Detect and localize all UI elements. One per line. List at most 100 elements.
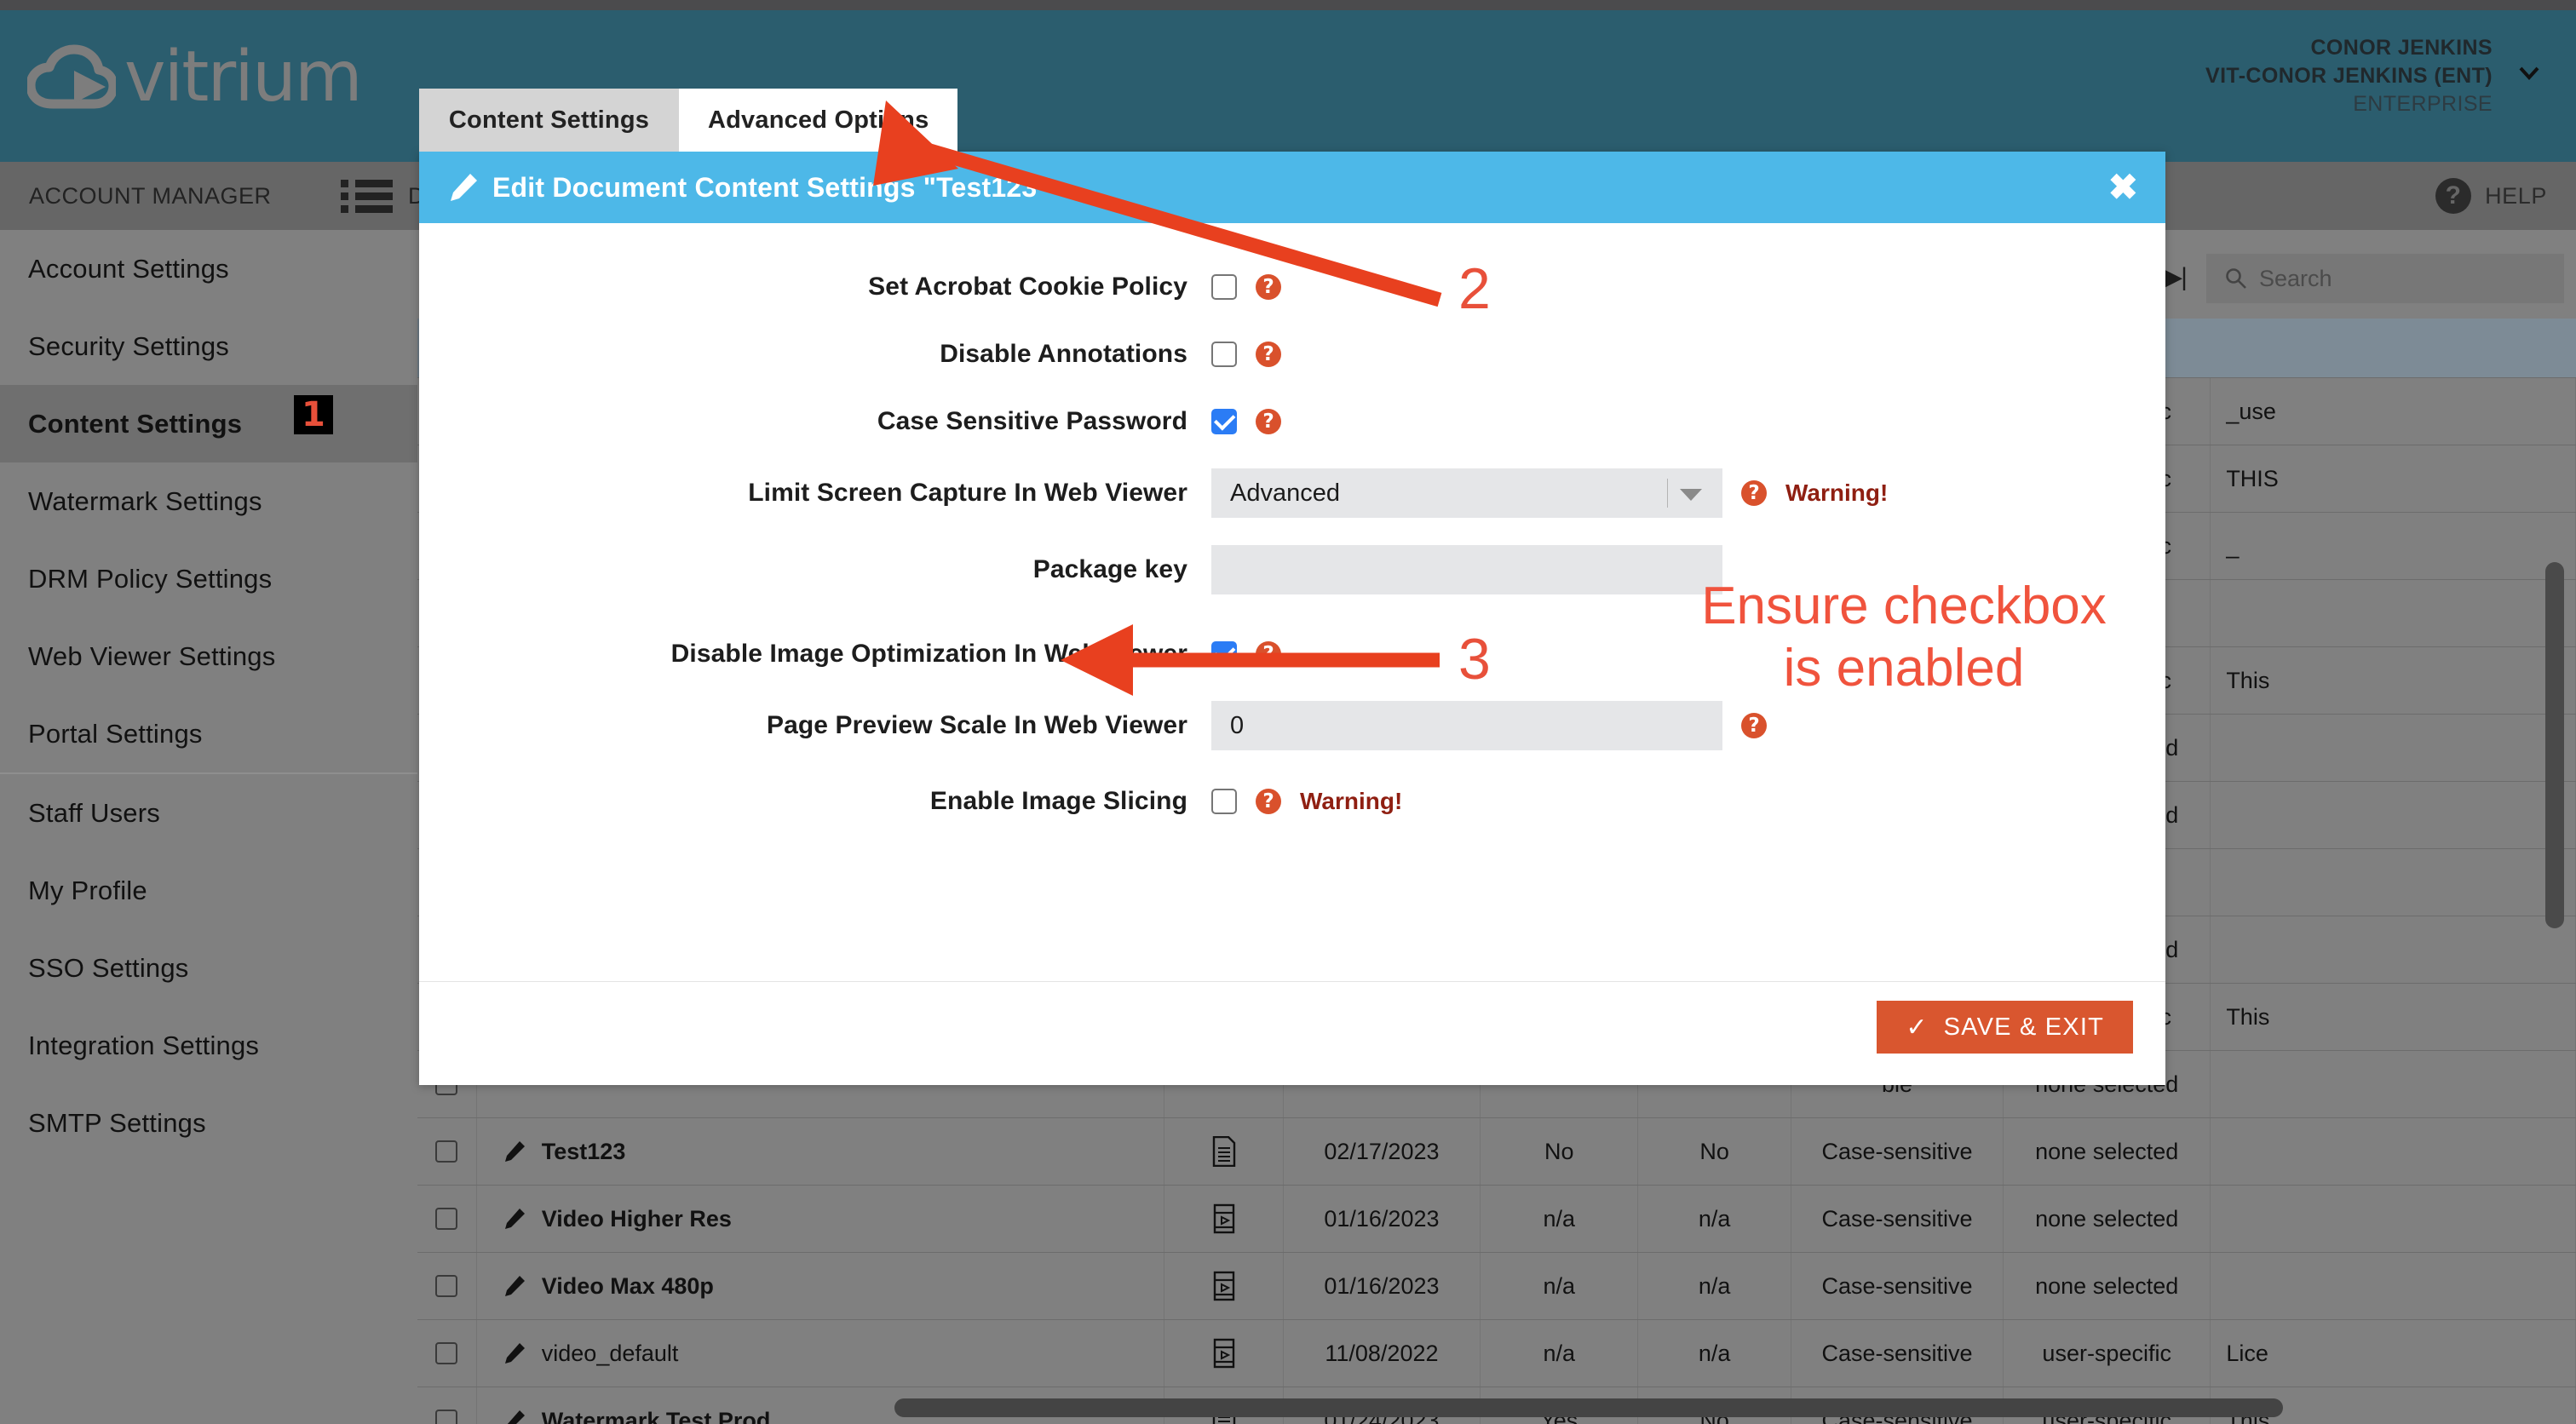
video-icon [1211,1338,1237,1369]
field-row-package-key: Package key [419,543,2165,597]
row-name-cell[interactable]: Video Higher Res [477,1186,1164,1252]
row-note [2211,1186,2576,1252]
edit-pencil-icon[interactable] [503,1341,526,1365]
row-date: 11/08/2022 [1284,1320,1481,1387]
row-type-icon [1164,1253,1284,1319]
save-and-exit-button[interactable]: ✓ SAVE & EXIT [1877,1001,2133,1054]
help-icon[interactable]: ? [1256,274,1281,300]
edit-pencil-icon[interactable] [503,1409,526,1424]
row-watermark: none selected [2004,1118,2211,1185]
field-label: Disable Image Optimization In Web Viewer [419,640,1211,669]
sidebar-item-web-viewer-settings[interactable]: Web Viewer Settings [0,617,417,695]
search-input[interactable]: Search [2206,254,2564,303]
limit-screen-capture-select[interactable]: Advanced [1211,468,1722,518]
sidebar-item-content-settings[interactable]: Content Settings 1 [0,385,417,462]
row-name-cell[interactable]: Video Max 480p [477,1253,1164,1319]
disable-image-optimization-checkbox[interactable] [1211,641,1237,667]
nav-help[interactable]: ? HELP [2435,162,2547,230]
row-name-cell[interactable]: video_default [477,1320,1164,1387]
enable-image-slicing-checkbox[interactable] [1211,789,1237,814]
chevron-down-icon[interactable] [2516,60,2542,85]
vertical-scrollbar-thumb[interactable] [2545,562,2564,928]
page-preview-scale-input[interactable]: 0 [1211,701,1722,750]
help-icon[interactable]: ? [1256,641,1281,667]
close-icon[interactable]: ✖ [2108,169,2138,205]
annotation-step-1: 1 [294,395,333,434]
row-password: Case-sensitive [1791,1253,2004,1319]
sidebar-label: Staff Users [28,798,160,829]
sidebar-item-staff-users[interactable]: Staff Users [0,774,417,852]
row-name-cell[interactable]: Test123 [477,1118,1164,1185]
row-note: _use [2211,378,2576,445]
sidebar-item-security-settings[interactable]: Security Settings [0,307,417,385]
field-label: Enable Image Slicing [419,787,1211,816]
package-key-input[interactable] [1211,545,1722,594]
chevron-down-icon[interactable] [1680,489,1702,501]
horizontal-scrollbar-thumb[interactable] [894,1398,2283,1417]
edit-pencil-icon[interactable] [503,1207,526,1231]
case-sensitive-password-checkbox[interactable] [1211,409,1237,434]
row-note [2211,580,2576,646]
row-select-checkbox[interactable] [417,1320,477,1387]
row-flag2: n/a [1638,1253,1791,1319]
field-label: Set Acrobat Cookie Policy [419,273,1211,301]
vitrium-logo[interactable]: vitrium [27,43,361,112]
nav-account-manager[interactable]: ACCOUNT MANAGER [29,162,272,230]
row-flag1: No [1481,1118,1638,1185]
sidebar-item-drm-policy-settings[interactable]: DRM Policy Settings [0,540,417,617]
sidebar-item-portal-settings[interactable]: Portal Settings [0,695,417,772]
check-icon: ✓ [1906,1013,1928,1042]
nav-help-label: HELP [2485,183,2547,210]
sidebar-label: My Profile [28,876,147,906]
sidebar-label: Account Settings [28,254,229,284]
tab-advanced-options[interactable]: Advanced Options [679,89,957,152]
help-icon[interactable]: ? [1256,789,1281,814]
edit-content-settings-modal: Edit Document Content Settings "Test123"… [419,152,2165,1085]
row-note [2211,1253,2576,1319]
sidebar-item-my-profile[interactable]: My Profile [0,852,417,929]
sidebar-label: Security Settings [28,331,229,362]
row-select-checkbox[interactable] [417,1387,477,1424]
field-row-limit-screen-capture: Limit Screen Capture In Web Viewer Advan… [419,466,2165,520]
table-row[interactable]: video_default 11/08/2022 n/a n/a Case-se… [417,1320,2576,1387]
sidebar-label: DRM Policy Settings [28,564,272,594]
row-select-checkbox[interactable] [417,1253,477,1319]
help-icon[interactable]: ? [1741,480,1767,506]
browser-chrome-strip [0,0,2576,10]
disable-annotations-checkbox[interactable] [1211,342,1237,367]
sidebar-item-watermark-settings[interactable]: Watermark Settings [0,462,417,540]
warning-label: Warning! [1300,788,1402,815]
field-label: Limit Screen Capture In Web Viewer [419,479,1211,508]
sidebar-item-integration-settings[interactable]: Integration Settings [0,1007,417,1084]
video-icon [1211,1271,1237,1301]
edit-pencil-icon[interactable] [503,1274,526,1298]
tab-content-settings[interactable]: Content Settings [419,89,679,152]
sidebar-label: Web Viewer Settings [28,641,275,672]
row-select-checkbox[interactable] [417,1118,477,1185]
help-icon[interactable]: ? [1256,342,1281,367]
sidebar-label: SMTP Settings [28,1108,206,1139]
row-note [2211,916,2576,983]
help-icon[interactable]: ? [1256,409,1281,434]
edit-pencil-icon[interactable] [503,1140,526,1163]
row-name: Test123 [542,1139,626,1165]
sidebar-item-account-settings[interactable]: Account Settings [0,230,417,307]
table-row[interactable]: Video Max 480p 01/16/2023 n/a n/a Case-s… [417,1253,2576,1320]
sidebar-item-sso-settings[interactable]: SSO Settings [0,929,417,1007]
row-select-checkbox[interactable] [417,1186,477,1252]
sidebar-item-smtp-settings[interactable]: SMTP Settings [0,1084,417,1162]
field-row-disable-image-optimization: Disable Image Optimization In Web Viewer… [419,631,2165,677]
account-info[interactable]: CONOR JENKINS VIT-CONOR JENKINS (ENT) EN… [2205,34,2493,118]
next-page-button[interactable]: ▶| [2163,262,2186,292]
field-label: Package key [419,555,1211,584]
table-row[interactable]: Test123 02/17/2023 No No Case-sensitive … [417,1118,2576,1186]
search-icon [2225,267,2247,290]
tab-label: Advanced Options [708,106,929,135]
row-flag1: n/a [1481,1253,1638,1319]
help-icon[interactable]: ? [1741,713,1767,738]
set-acrobat-cookie-policy-checkbox[interactable] [1211,274,1237,300]
document-icon [1211,1136,1237,1167]
table-row[interactable]: Video Higher Res 01/16/2023 n/a n/a Case… [417,1186,2576,1253]
field-label: Page Preview Scale In Web Viewer [419,711,1211,740]
horizontal-scrollbar[interactable] [894,1398,2576,1417]
